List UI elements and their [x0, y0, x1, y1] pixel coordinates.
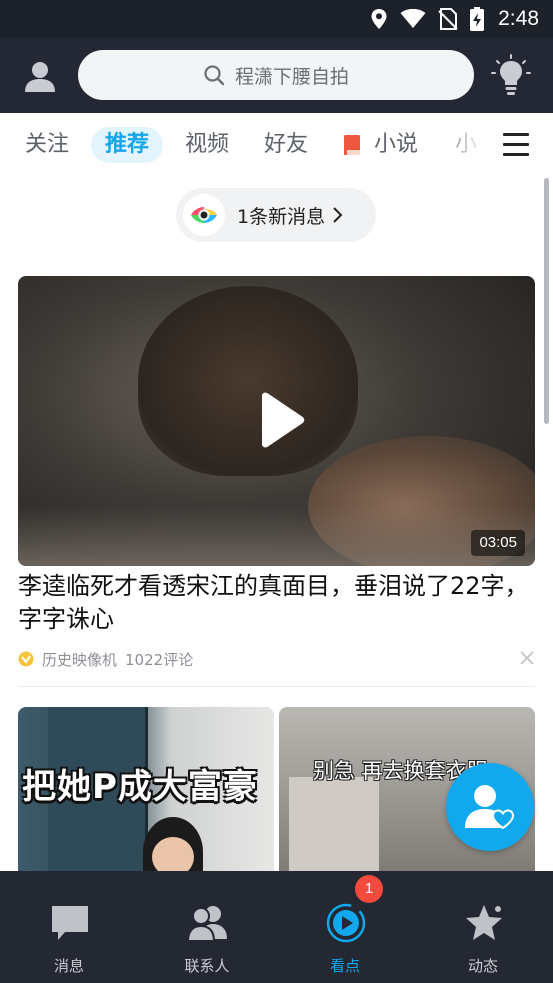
play-circle-icon	[326, 903, 366, 943]
scrollbar[interactable]	[544, 178, 549, 424]
video-title[interactable]: 李逵临死才看透宋江的真面目，垂泪说了22字，字字诛心	[18, 570, 538, 636]
chevron-right-icon	[333, 207, 343, 223]
chat-bubble-icon	[52, 906, 88, 940]
play-icon[interactable]	[254, 392, 306, 448]
battery-charging-icon	[470, 7, 485, 31]
thumbnail-bed	[18, 506, 535, 566]
nav-moments[interactable]: 动态	[414, 871, 552, 983]
nav-contacts-label: 联系人	[184, 957, 230, 975]
search-icon	[204, 65, 225, 86]
category-tabs: 关注 推荐 视频 好友 小说 小	[0, 113, 553, 177]
search-input[interactable]: 程潇下腰自拍	[78, 50, 474, 100]
verified-badge-icon	[18, 651, 34, 667]
contacts-icon	[187, 906, 227, 942]
lightbulb-icon[interactable]	[491, 54, 531, 96]
tab-video[interactable]: 视频	[185, 127, 229, 163]
thumbnail-figure	[138, 286, 358, 476]
friends-heart-icon	[465, 785, 515, 830]
tab-novel-label: 小说	[374, 132, 419, 157]
status-bar: 2:48	[0, 0, 553, 38]
nav-moments-label: 动态	[467, 957, 498, 975]
nav-messages[interactable]: 消息	[0, 871, 138, 983]
tab-recommend[interactable]: 推荐	[91, 127, 164, 163]
new-messages-button[interactable]: 1条新消息	[176, 188, 376, 242]
nav-watch[interactable]: 看点	[276, 871, 414, 983]
thumbnail-face	[152, 837, 194, 871]
new-messages-label: 1条新消息	[237, 205, 326, 228]
nav-watch-label: 看点	[329, 957, 360, 975]
search-placeholder: 程潇下腰自拍	[234, 65, 349, 88]
status-icons: 2:48	[370, 6, 539, 32]
video-comments[interactable]: 1022评论	[125, 649, 193, 670]
tab-fade	[430, 113, 486, 177]
tab-novel[interactable]: 小说	[344, 127, 418, 163]
close-icon[interactable]	[519, 650, 535, 666]
video-duration: 03:05	[471, 530, 525, 556]
video-source[interactable]: 历史映像机	[42, 649, 117, 670]
eye-logo-icon	[183, 194, 225, 236]
bottom-navigation: 消息 联系人 看点 动态	[0, 871, 553, 983]
top-header: 程潇下腰自拍	[0, 38, 553, 113]
video-thumbnail[interactable]: 03:05	[18, 276, 535, 566]
divider	[18, 686, 535, 687]
friends-float-button[interactable]	[446, 763, 534, 851]
hamburger-menu-icon[interactable]	[503, 133, 529, 157]
nav-contacts[interactable]: 联系人	[138, 871, 276, 983]
tab-friends[interactable]: 好友	[264, 127, 308, 163]
book-icon	[344, 135, 360, 155]
location-icon	[371, 9, 387, 29]
nav-messages-label: 消息	[53, 957, 84, 975]
video-meta: 历史映像机 1022评论	[18, 648, 193, 670]
video-thumbnail-left[interactable]: 把她P成大富豪	[18, 707, 274, 871]
notification-badge: 1	[355, 875, 383, 903]
user-avatar-icon[interactable]	[22, 58, 58, 94]
no-sim-icon	[438, 8, 458, 30]
thumbnail-caption: 把她P成大富豪	[22, 767, 258, 807]
star-icon	[466, 904, 503, 940]
wifi-icon	[400, 9, 426, 28]
thumbnail-building	[289, 777, 379, 871]
tab-follow[interactable]: 关注	[25, 127, 69, 163]
status-time: 2:48	[498, 7, 539, 30]
